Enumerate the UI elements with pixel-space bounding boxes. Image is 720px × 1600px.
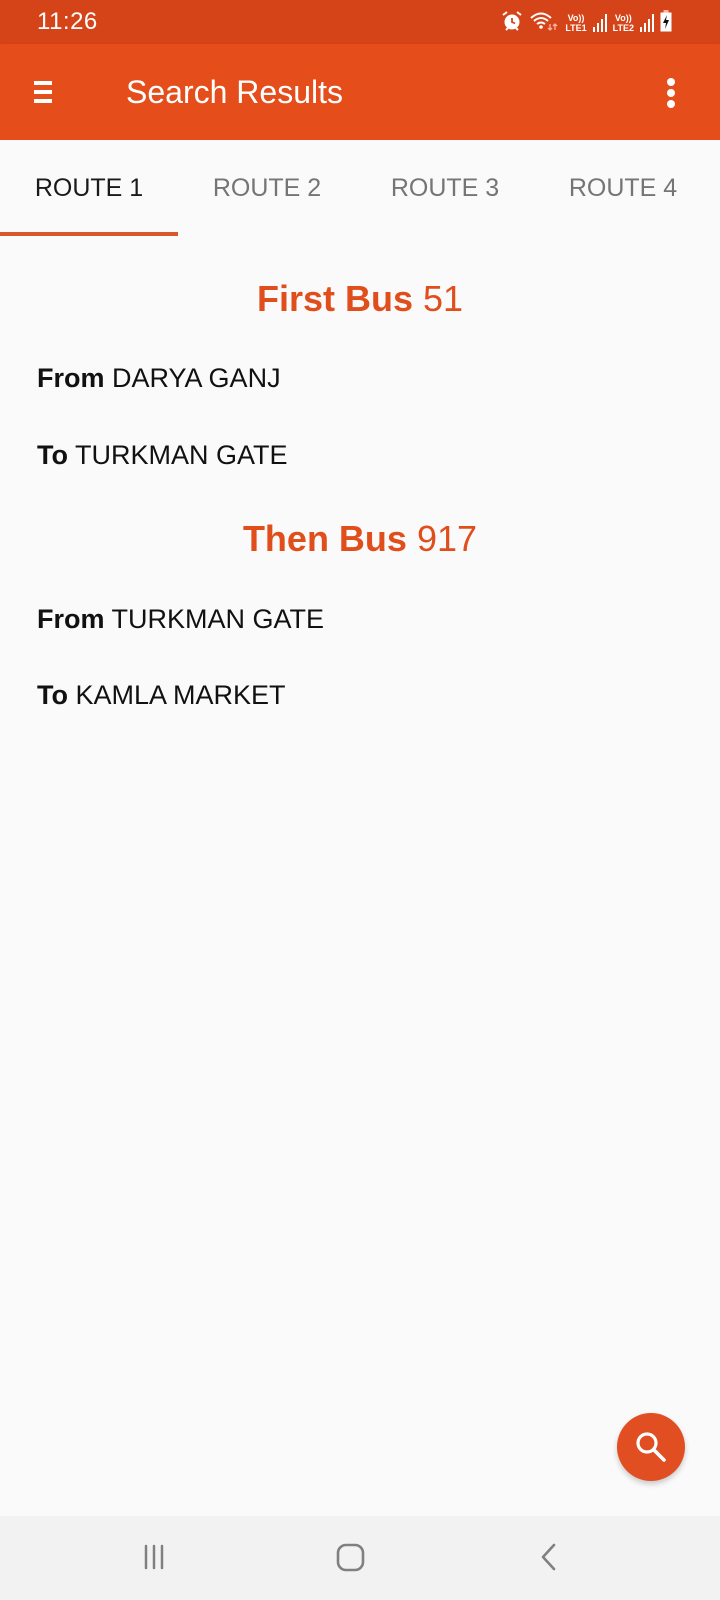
to-label: To	[37, 680, 68, 710]
to-label: To	[37, 440, 68, 470]
leg-1-from: From DARYA GANJ	[37, 363, 281, 394]
back-icon	[541, 1543, 556, 1571]
tab-route-4[interactable]: ROUTE 4	[534, 140, 712, 238]
app-bar: Search Results	[0, 44, 720, 140]
tab-route-2[interactable]: ROUTE 2	[178, 140, 356, 238]
leg-2-from: From TURKMAN GATE	[37, 604, 324, 635]
from-label: From	[37, 363, 105, 393]
from-stop: DARYA GANJ	[112, 363, 281, 393]
lte2-label: LTE2	[612, 23, 634, 33]
sim1-signal-icon	[592, 14, 607, 32]
from-stop: TURKMAN GATE	[111, 604, 325, 634]
home-icon	[336, 1543, 365, 1572]
sim1-volte-label: Vo)) LTE1	[565, 13, 586, 33]
system-nav-bar	[0, 1516, 720, 1600]
wifi-icon	[529, 10, 559, 37]
tab-route-3[interactable]: ROUTE 3	[356, 140, 534, 238]
from-label: From	[37, 604, 105, 634]
more-vert-icon[interactable]	[666, 78, 676, 108]
volte-label: Vo))	[567, 13, 585, 23]
bus-heading-label: Then Bus	[242, 518, 407, 559]
sim2-volte-label: Vo)) LTE2	[613, 13, 634, 33]
home-button[interactable]	[328, 1536, 388, 1580]
recent-apps-icon	[144, 1544, 164, 1570]
page-title: Search Results	[126, 74, 343, 110]
leg-1-to: To TURKMAN GATE	[37, 440, 288, 471]
volte-label: Vo))	[614, 13, 632, 23]
bus-number: 51	[423, 278, 464, 319]
bus-heading-label: First Bus	[256, 278, 413, 319]
search-icon	[636, 1432, 666, 1462]
recent-apps-button[interactable]	[127, 1536, 187, 1580]
lte1-label: LTE1	[565, 23, 587, 33]
hamburger-menu-icon[interactable]	[34, 81, 54, 105]
leg-2-to: To KAMLA MARKET	[37, 680, 286, 711]
status-icons: Vo)) LTE1 Vo)) LTE2	[501, 9, 672, 37]
to-stop: KAMLA MARKET	[75, 680, 286, 710]
battery-charging-icon	[660, 9, 672, 37]
sim2-signal-icon	[640, 14, 654, 32]
status-bar: 11:26 Vo)) LTE1 Vo)) LTE2	[0, 0, 720, 44]
tab-route-1[interactable]: ROUTE 1	[0, 140, 178, 238]
route-tabs: ROUTE 1 ROUTE 2 ROUTE 3 ROUTE 4	[0, 140, 720, 238]
status-time: 11:26	[37, 8, 98, 35]
bus-number: 917	[416, 518, 478, 559]
then-bus-heading: Then Bus 917	[0, 518, 720, 560]
back-button[interactable]	[530, 1536, 590, 1580]
to-stop: TURKMAN GATE	[75, 440, 288, 470]
first-bus-heading: First Bus 51	[0, 278, 720, 320]
alarm-icon	[501, 10, 523, 37]
search-fab-button[interactable]	[617, 1413, 685, 1481]
